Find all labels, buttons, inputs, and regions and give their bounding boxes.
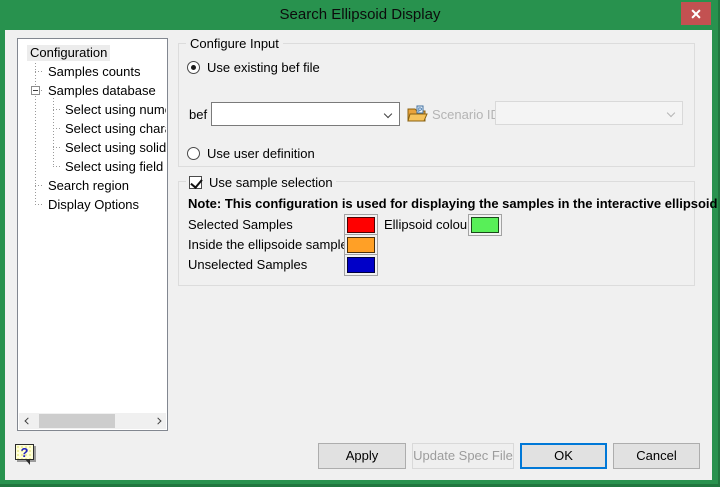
close-button[interactable] bbox=[681, 2, 711, 25]
scenario-id-label: Scenario ID bbox=[432, 107, 500, 122]
selected-samples-color-button[interactable] bbox=[344, 214, 378, 236]
ellipsoid-colour-button[interactable] bbox=[468, 214, 502, 236]
radio-button-icon bbox=[187, 61, 200, 74]
configure-input-title: Configure Input bbox=[186, 36, 283, 51]
chevron-down-icon bbox=[384, 110, 392, 118]
unselected-samples-label: Unselected Samples bbox=[188, 257, 307, 272]
ellipsoid-colour-label: Ellipsoid colour bbox=[384, 217, 471, 232]
bef-combobox[interactable] bbox=[211, 102, 400, 126]
radio-use-existing-bef-label: Use existing bef file bbox=[207, 60, 320, 75]
tree-item-samples-counts[interactable]: Samples counts bbox=[19, 62, 166, 81]
cancel-button[interactable]: Cancel bbox=[613, 443, 700, 469]
window-title: Search Ellipsoid Display bbox=[0, 6, 720, 23]
tree-horizontal-scrollbar[interactable] bbox=[19, 413, 166, 429]
folder-open-icon: P bbox=[406, 103, 428, 125]
tree-item-search-region[interactable]: Search region bbox=[19, 176, 166, 195]
configure-input-group: Configure Input Use existing bef file be… bbox=[178, 43, 695, 167]
config-tree: Configuration Samples counts Samples dat… bbox=[19, 40, 166, 413]
inside-ellipsoid-samples-label: Inside the ellipsoide samples bbox=[188, 237, 354, 252]
browse-folder-button[interactable]: P bbox=[406, 103, 428, 125]
color-swatch bbox=[347, 237, 375, 253]
radio-button-icon bbox=[187, 147, 200, 160]
update-spec-file-button: Update Spec File bbox=[412, 443, 514, 469]
svg-text:P: P bbox=[418, 108, 422, 114]
tree-item-select-solid[interactable]: Select using solid tr bbox=[19, 138, 166, 157]
dialog-client-area: Configuration Samples counts Samples dat… bbox=[5, 30, 712, 480]
scrollbar-thumb[interactable] bbox=[39, 414, 115, 428]
tree-item-select-character[interactable]: Select using charact bbox=[19, 119, 166, 138]
radio-use-user-definition[interactable]: Use user definition bbox=[187, 146, 315, 161]
color-swatch bbox=[471, 217, 499, 233]
tree-item-samples-database[interactable]: Samples database bbox=[19, 81, 166, 100]
sample-selection-group: Use sample selection Note: This configur… bbox=[178, 181, 695, 286]
selected-samples-label: Selected Samples bbox=[188, 217, 293, 232]
config-tree-panel: Configuration Samples counts Samples dat… bbox=[17, 38, 168, 431]
collapse-minus-icon[interactable] bbox=[31, 86, 40, 95]
scenario-id-combobox bbox=[495, 101, 683, 125]
ok-button[interactable]: OK bbox=[520, 443, 607, 469]
tree-item-select-numeric[interactable]: Select using numeri bbox=[19, 100, 166, 119]
color-swatch bbox=[347, 257, 375, 273]
tree-item-display-options[interactable]: Display Options bbox=[19, 195, 166, 214]
inside-ellipsoid-color-button[interactable] bbox=[344, 234, 378, 256]
use-sample-selection-checkbox[interactable]: Use sample selection bbox=[186, 175, 336, 190]
bef-label: bef bbox=[189, 107, 207, 122]
tree-item-configuration[interactable]: Configuration bbox=[19, 43, 166, 62]
chevron-down-icon bbox=[667, 109, 675, 117]
scroll-left-arrow-icon[interactable] bbox=[19, 413, 34, 429]
radio-use-existing-bef[interactable]: Use existing bef file bbox=[187, 60, 320, 75]
note-text: Note: This configuration is used for dis… bbox=[188, 196, 717, 211]
question-mark-icon: ? bbox=[16, 445, 33, 460]
checkbox-checked-icon bbox=[189, 176, 202, 189]
apply-button[interactable]: Apply bbox=[318, 443, 406, 469]
unselected-samples-color-button[interactable] bbox=[344, 254, 378, 276]
dialog-window: Search Ellipsoid Display Configuration S… bbox=[0, 0, 720, 487]
title-bar: Search Ellipsoid Display bbox=[0, 0, 720, 30]
scroll-right-arrow-icon[interactable] bbox=[151, 413, 166, 429]
help-button[interactable]: ? bbox=[15, 444, 34, 460]
use-sample-selection-label: Use sample selection bbox=[209, 175, 333, 190]
tree-item-select-field[interactable]: Select using field re bbox=[19, 157, 166, 176]
radio-use-user-definition-label: Use user definition bbox=[207, 146, 315, 161]
color-swatch bbox=[347, 217, 375, 233]
